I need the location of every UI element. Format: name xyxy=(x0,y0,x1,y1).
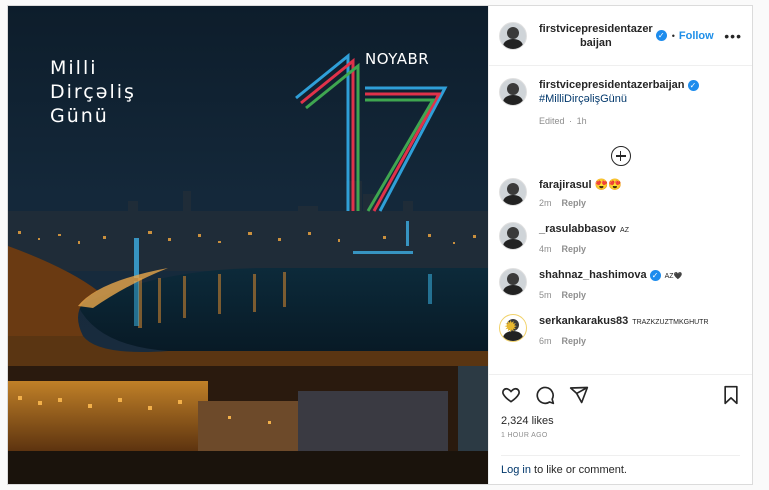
like-count[interactable]: 2,324 likes xyxy=(501,415,740,427)
more-options-icon[interactable]: ••• xyxy=(724,28,742,44)
reply-button[interactable]: Reply xyxy=(562,198,587,208)
verified-badge-icon: ✓ xyxy=(687,79,699,91)
caption-avatar[interactable] xyxy=(499,78,527,106)
comment: shahnaz_hashimova ✓ AZ🖤 5m Reply xyxy=(499,268,742,300)
reply-button[interactable]: Reply xyxy=(562,336,587,346)
author-username-line2[interactable]: baijan xyxy=(539,36,653,50)
follow-button[interactable]: Follow xyxy=(679,30,714,42)
comment-text: AZ🖤 xyxy=(664,273,683,280)
login-link[interactable]: Log in xyxy=(501,464,531,476)
author-avatar[interactable] xyxy=(499,21,527,50)
commenter-avatar[interactable] xyxy=(499,268,527,296)
share-icon[interactable] xyxy=(569,385,589,405)
post-timestamp[interactable]: 1 HOUR AGO xyxy=(501,432,740,439)
comment-time[interactable]: 6m xyxy=(539,336,552,346)
verified-badge-icon: ✓ xyxy=(655,30,667,41)
comment-text: AZ xyxy=(620,227,629,234)
comment-text: TRAZKZUZTMKGHUTR xyxy=(632,319,709,326)
image-title: Milli Dirçəliş Günü xyxy=(50,56,136,128)
comment-text: 😍😍 xyxy=(594,179,623,191)
login-prompt-text: to like or comment. xyxy=(530,464,627,476)
comment-username[interactable]: farajirasul xyxy=(539,179,592,191)
commenter-avatar[interactable] xyxy=(499,222,527,250)
comment: ✹ serkankarakus83 TRAZKZUZTMKGHUTR 6m Repl… xyxy=(499,314,742,346)
comment-username[interactable]: _rasulabbasov xyxy=(539,223,616,235)
heart-icon[interactable] xyxy=(501,385,521,405)
reply-button[interactable]: Reply xyxy=(562,244,587,254)
comment: _rasulabbasov AZ 4m Reply xyxy=(499,222,742,254)
post-image[interactable]: Milli Dirçəliş Günü NOYABR xyxy=(8,6,488,484)
caption-hashtag[interactable]: #MilliDirçəlişGünü xyxy=(539,92,699,106)
separator-dot: · xyxy=(569,116,573,126)
verified-badge-icon: ✓ xyxy=(649,269,661,281)
comment-time[interactable]: 2m xyxy=(539,198,552,208)
sun-icon: ✹ xyxy=(504,319,518,336)
caption-time[interactable]: 1h xyxy=(577,116,587,126)
comment-time[interactable]: 4m xyxy=(539,244,552,254)
post-header: firstvicepresidentazer baijan ✓ • Follow… xyxy=(489,6,752,66)
caption-username[interactable]: firstvicepresidentazerbaijan xyxy=(539,79,685,91)
post-sidebar: firstvicepresidentazer baijan ✓ • Follow… xyxy=(488,6,752,484)
reply-button[interactable]: Reply xyxy=(562,290,587,300)
author-username-line1[interactable]: firstvicepresidentazer xyxy=(539,22,653,36)
comment: farajirasul 😍😍 2m Reply xyxy=(499,178,742,208)
caption: firstvicepresidentazerbaijan ✓ #MilliDirç… xyxy=(499,78,742,126)
login-prompt: Log in to like or comment. xyxy=(501,455,740,476)
commenter-avatar[interactable]: ✹ xyxy=(499,314,527,342)
post-actions: 2,324 likes 1 HOUR AGO Log in to like or… xyxy=(489,374,752,484)
title-line-3: Günü xyxy=(50,105,109,127)
comment-icon[interactable] xyxy=(535,385,555,405)
edited-label: Edited xyxy=(539,116,565,126)
author-name[interactable]: firstvicepresidentazer baijan xyxy=(539,22,653,50)
month-label: NOYABR xyxy=(365,50,430,68)
bookmark-icon[interactable] xyxy=(722,385,740,405)
comments-scroll[interactable]: firstvicepresidentazerbaijan ✓ #MilliDirç… xyxy=(489,66,752,374)
comment-time[interactable]: 5m xyxy=(539,290,552,300)
post-card: Milli Dirçəliş Günü NOYABR firstvicepres… xyxy=(7,5,753,485)
title-line-1: Milli xyxy=(50,57,98,79)
commenter-avatar[interactable] xyxy=(499,178,527,206)
title-line-2: Dirçəliş xyxy=(50,81,136,103)
comment-username[interactable]: serkankarakus83 xyxy=(539,315,628,327)
load-more-comments-icon[interactable] xyxy=(610,146,631,166)
comment-username[interactable]: shahnaz_hashimova xyxy=(539,269,647,281)
separator-dot: • xyxy=(671,30,675,41)
